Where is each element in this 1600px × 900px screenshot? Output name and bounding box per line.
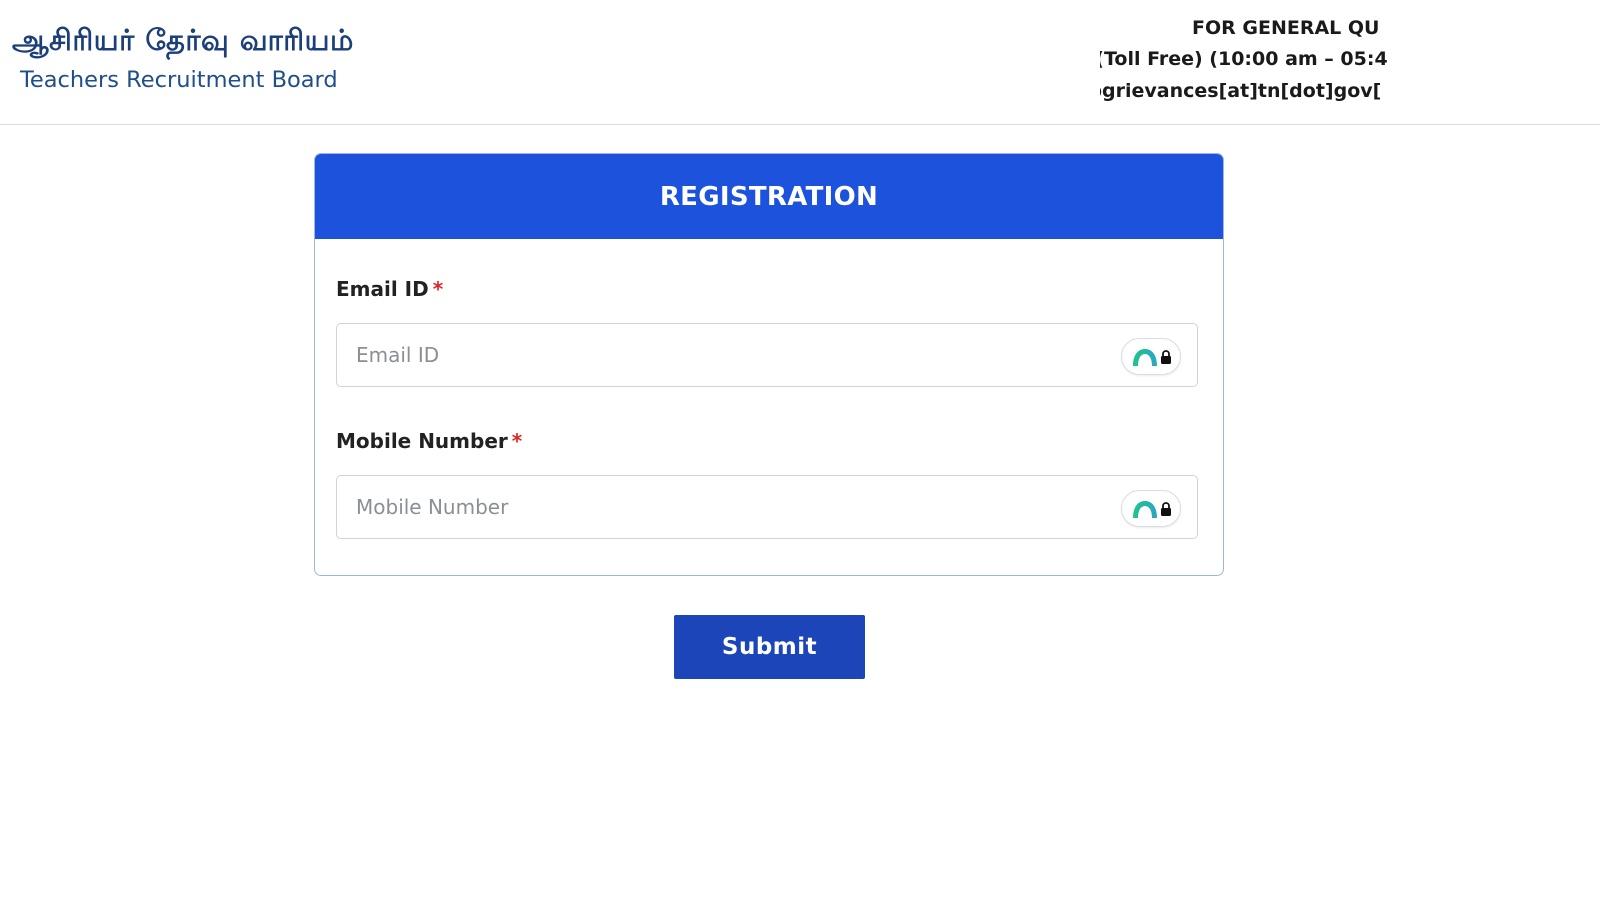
password-manager-arc-icon (1133, 501, 1157, 518)
password-manager-lock-icon[interactable] (1121, 490, 1181, 527)
registration-card-header: REGISTRATION (315, 154, 1223, 239)
registration-card: REGISTRATION Email ID * Email ID Mobile … (314, 153, 1224, 576)
brand-title-tamil: ஆசிரியர் தேர்வு வாரியம் (12, 23, 354, 57)
email-input[interactable] (337, 324, 1197, 386)
registration-title: REGISTRATION (659, 181, 879, 212)
mobile-input[interactable] (337, 476, 1197, 538)
lock-icon (1161, 502, 1171, 516)
password-manager-lock-icon[interactable] (1121, 338, 1181, 375)
submit-button[interactable]: Submit (674, 615, 865, 679)
email-label: Email ID * (336, 277, 443, 301)
mobile-field (336, 475, 1198, 539)
required-marker: * (432, 277, 444, 301)
lock-icon (1161, 350, 1171, 364)
required-marker: * (511, 429, 523, 453)
mobile-label-text: Mobile Number (336, 429, 508, 453)
password-manager-arc-icon (1133, 349, 1157, 366)
contact-heading: FOR GENERAL QU (1192, 17, 1380, 39)
brand-title-english: Teachers Recruitment Board (20, 67, 338, 93)
site-header: ஆசிரியர் தேர்வு வாரியம் Teachers Recruit… (0, 0, 1600, 125)
email-field (336, 323, 1198, 387)
mobile-label: Mobile Number * (336, 429, 522, 453)
brand-logo[interactable]: ஆசிரியர் தேர்வு வாரியம் Teachers Recruit… (12, 20, 354, 94)
contact-email: trbgrievances[at]tn[dot]gov[ (1100, 80, 1382, 102)
contact-info: FOR GENERAL QU 1800 425 6753 (Toll Free)… (1100, 12, 1600, 112)
email-label-text: Email ID (336, 277, 429, 301)
contact-phone: 1800 425 6753 (Toll Free) (10:00 am – 05… (1100, 48, 1388, 70)
